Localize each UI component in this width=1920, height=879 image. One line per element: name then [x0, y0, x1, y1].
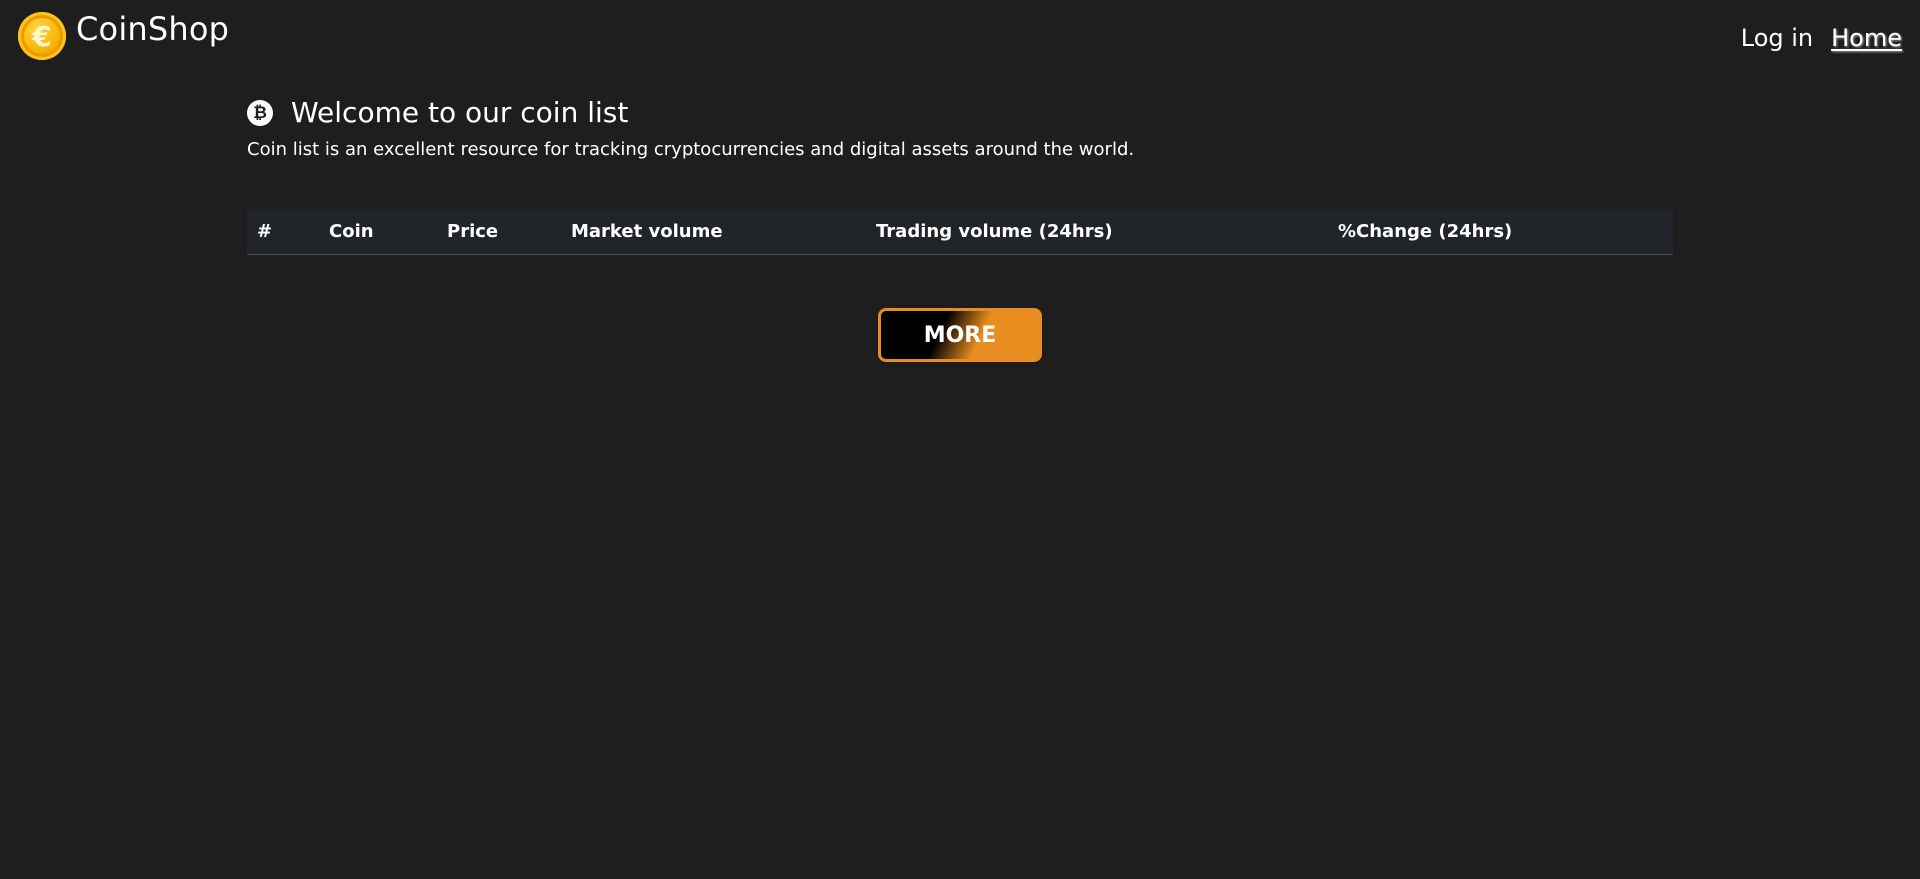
- more-button[interactable]: MORE: [878, 308, 1042, 362]
- brand-name: CoinShop: [76, 10, 230, 48]
- column-header-trading-volume[interactable]: Trading volume (24hrs): [866, 209, 1328, 255]
- table-header-row: # Coin Price Market volume Trading volum…: [247, 209, 1673, 255]
- home-link[interactable]: Home: [1831, 24, 1902, 52]
- coin-table-container: # Coin Price Market volume Trading volum…: [247, 209, 1673, 255]
- top-header: € CoinShop Log in Home: [0, 0, 1920, 80]
- top-nav: Log in Home: [1741, 24, 1902, 52]
- page-title: Welcome to our coin list: [291, 96, 629, 129]
- intro-section: ₿ Welcome to our coin list Coin list is …: [247, 96, 1673, 160]
- login-link[interactable]: Log in: [1741, 24, 1813, 52]
- column-header-coin[interactable]: Coin: [319, 209, 437, 255]
- column-header-price[interactable]: Price: [437, 209, 561, 255]
- page-subtitle: Coin list is an excellent resource for t…: [247, 139, 1135, 160]
- coin-table: # Coin Price Market volume Trading volum…: [247, 209, 1673, 255]
- bitcoin-icon: ₿: [247, 99, 273, 126]
- euro-coin-icon: €: [18, 12, 66, 60]
- brand[interactable]: € CoinShop: [18, 10, 230, 60]
- title-row: ₿ Welcome to our coin list: [247, 96, 1673, 129]
- column-header-rank[interactable]: #: [247, 209, 319, 255]
- table-header: # Coin Price Market volume Trading volum…: [247, 209, 1673, 255]
- page: € CoinShop Log in Home ₿ Welcome to our …: [0, 0, 1920, 879]
- column-header-percent-change[interactable]: %Change (24hrs): [1328, 209, 1673, 255]
- column-header-market-volume[interactable]: Market volume: [561, 209, 866, 255]
